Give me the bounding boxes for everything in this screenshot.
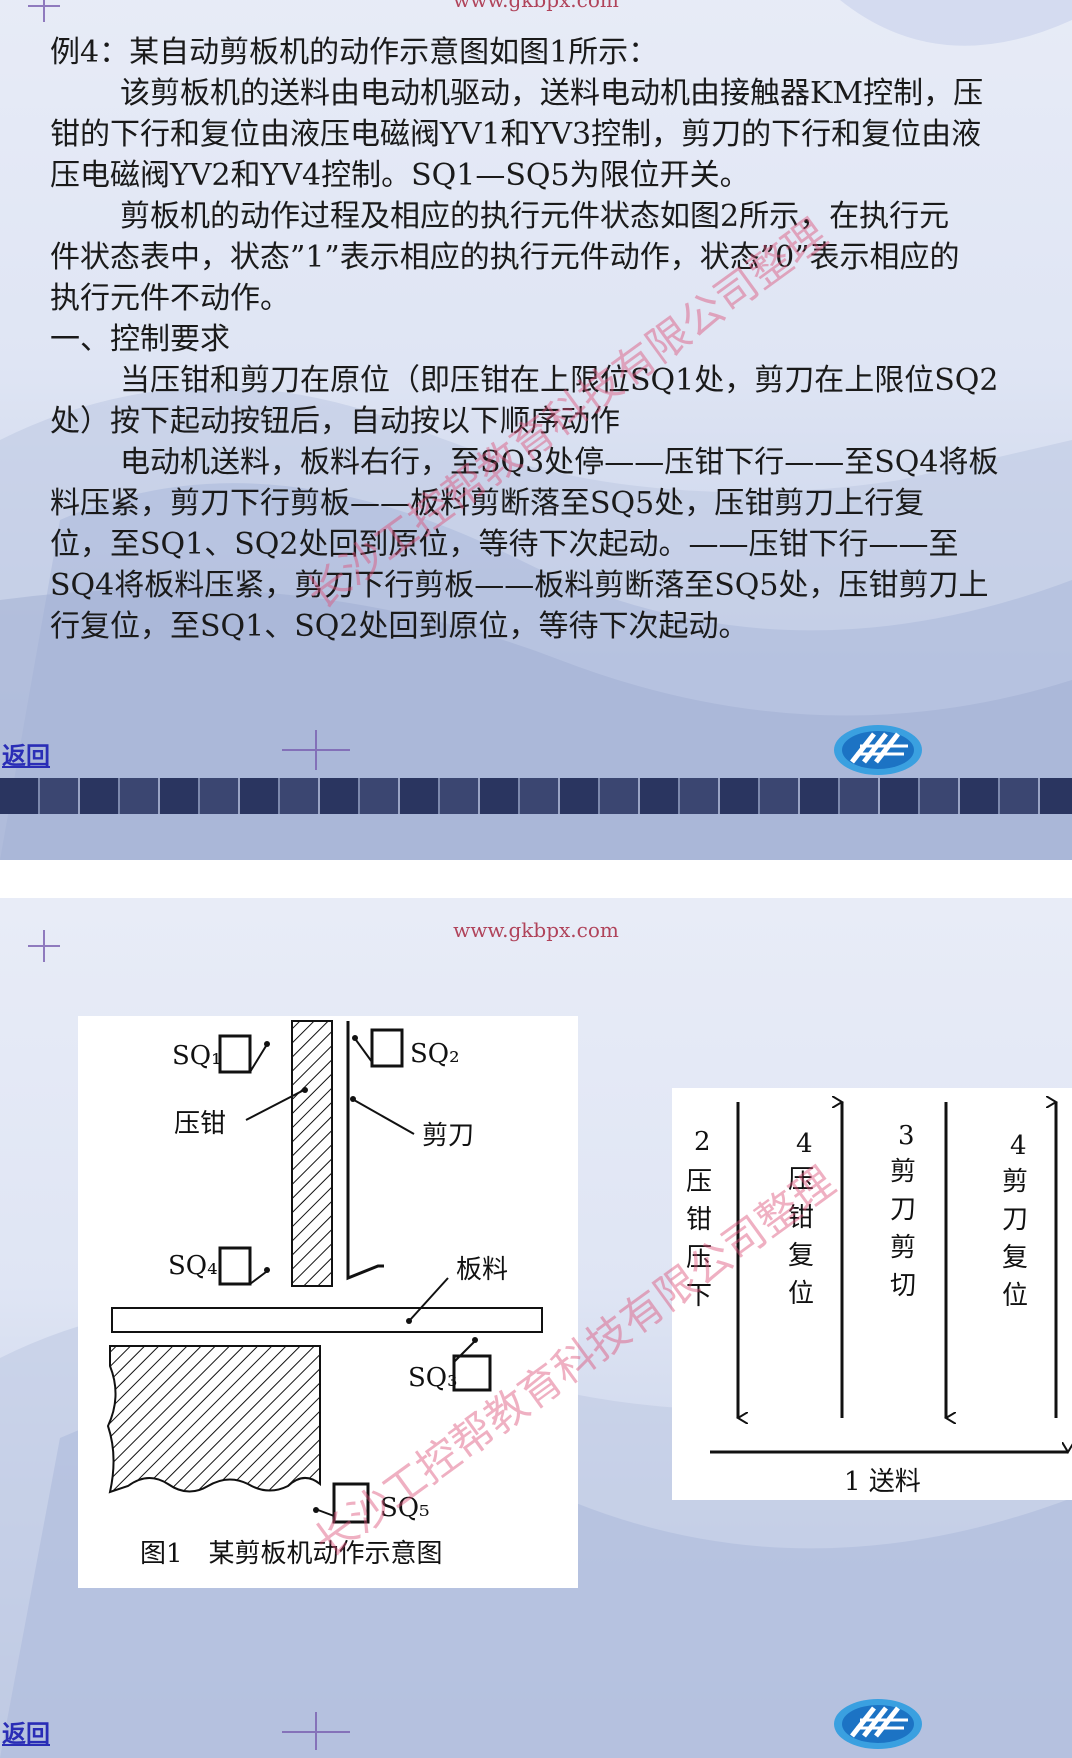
slide-2: www.gkbpx.com SQ₁ SQ₂ 压钳 剪刀 SQ₄ 板料 SQ₃ S… (0, 898, 1072, 1758)
paragraph-line: 执行元件不动作。 (50, 281, 290, 316)
paragraph-line: SQ4将板料压紧，剪刀下行剪板——板料剪断落至SQ5处，压钳剪刀上 (50, 568, 989, 603)
figure-1: SQ₁ SQ₂ 压钳 剪刀 SQ₄ 板料 SQ₃ SQ₅ 图1 某剪板机动作示意… (78, 1016, 578, 1588)
action-sequence-diagram: 2 压 钳 压 下 4 压 钳 复 位 3 剪 刀 剪 切 4 剪 刀 复 位 … (686, 1088, 1072, 1497)
sq3-label: SQ₃ (408, 1363, 458, 1393)
shear-machine-diagram: SQ₁ SQ₂ 压钳 剪刀 SQ₄ 板料 SQ₃ SQ₅ 图1 某剪板机动作示意… (106, 1020, 543, 1569)
step-3-number: 3 (898, 1121, 915, 1151)
paragraph-line: 该剪板机的送料由电动机驱动，送料电动机由接触器KM控制，压 (120, 76, 984, 111)
slide-1: www.gkbpx.com 例4：某自动剪板机的动作示意图如图1所示： 该剪板机… (0, 0, 1072, 860)
logo-icon (834, 725, 922, 775)
paragraph-line: 钳的下行和复位由液压电磁阀YV1和YV3控制，剪刀的下行和复位由液 (50, 117, 982, 152)
step-4b-char: 刀 (1002, 1205, 1028, 1235)
step-3-char: 切 (890, 1271, 916, 1301)
step-4a-char: 位 (788, 1279, 814, 1309)
step-4b-number: 4 (1010, 1131, 1027, 1161)
figure-1-caption: 图1 某剪板机动作示意图 (140, 1539, 443, 1569)
return-link[interactable]: 返回 (2, 736, 50, 771)
step-4a-number: 4 (796, 1129, 813, 1159)
sheet-label: 板料 (456, 1255, 508, 1285)
paragraph-title: 例4：某自动剪板机的动作示意图如图1所示： (50, 35, 659, 70)
step-4a-char: 复 (788, 1241, 814, 1271)
blade-label: 剪刀 (422, 1121, 474, 1151)
step-4a-char: 压 (788, 1165, 814, 1195)
logo-icon (834, 1699, 922, 1749)
sheet-shape (111, 1307, 543, 1333)
return-link[interactable]: 返回 (2, 1714, 50, 1749)
paragraph-line: 件状态表中，状态”1”表示相应的执行元件动作，状态”0”表示相应的 (50, 240, 960, 275)
sq4-label: SQ₄ (168, 1251, 218, 1281)
step-1-label: 1 送料 (844, 1467, 921, 1497)
decorative-ribbon (0, 778, 1072, 814)
step-2-char: 压 (686, 1167, 712, 1197)
slide-separator (0, 860, 1072, 898)
step-4a-char: 钳 (788, 1203, 814, 1233)
step-2-char: 钳 (686, 1205, 712, 1235)
section-heading: 一、控制要求 (50, 322, 230, 357)
paragraph-line: 行复位，至SQ1、SQ2处回到原位，等待下次起动。 (50, 609, 749, 644)
step-2-number: 2 (694, 1127, 711, 1157)
base-shape (106, 1345, 321, 1494)
step-3-char: 剪 (890, 1157, 916, 1187)
blade-shape (346, 1021, 384, 1281)
site-url: www.gkbpx.com (453, 0, 619, 12)
paragraph-line: 电动机送料，板料右行，至SQ3处停——压钳下行——至SQ4将板 (120, 445, 999, 480)
site-url: www.gkbpx.com (453, 918, 619, 942)
step-3-char: 剪 (890, 1233, 916, 1263)
figure-2: 2 压 钳 压 下 4 压 钳 复 位 3 剪 刀 剪 切 4 剪 刀 复 位 … (672, 1088, 1072, 1500)
clamp-shape (291, 1020, 333, 1287)
paragraph-line: 压电磁阀YV2和YV4控制。SQ1—SQ5为限位开关。 (50, 158, 750, 193)
step-4b-char: 复 (1002, 1243, 1028, 1273)
sq1-label: SQ₁ (172, 1041, 222, 1071)
sq5-label: SQ₅ (380, 1493, 430, 1523)
paragraph-line: 当压钳和剪刀在原位（即压钳在上限位SQ1处，剪刀在上限位SQ2 (120, 363, 999, 398)
clamp-label: 压钳 (174, 1109, 226, 1139)
step-3-char: 刀 (890, 1195, 916, 1225)
step-2-char: 下 (686, 1281, 712, 1311)
paragraph-line: 位，至SQ1、SQ2处回到原位，等待下次起动。——压钳下行——至 (50, 527, 959, 562)
step-2-char: 压 (686, 1243, 712, 1273)
slide-1-text: 例4：某自动剪板机的动作示意图如图1所示： 该剪板机的送料由电动机驱动，送料电动… (50, 32, 1072, 647)
paragraph-line: 处）按下起动按钮后，自动按以下顺序动作 (50, 404, 620, 439)
paragraph-line: 料压紧，剪刀下行剪板——板料剪断落至SQ5处，压钳剪刀上行复 (50, 486, 925, 521)
sq2-label: SQ₂ (410, 1039, 460, 1069)
paragraph-line: 剪板机的动作过程及相应的执行元件状态如图2所示，在执行元 (120, 199, 950, 234)
step-4b-char: 位 (1002, 1281, 1028, 1311)
step-4b-char: 剪 (1002, 1167, 1028, 1197)
